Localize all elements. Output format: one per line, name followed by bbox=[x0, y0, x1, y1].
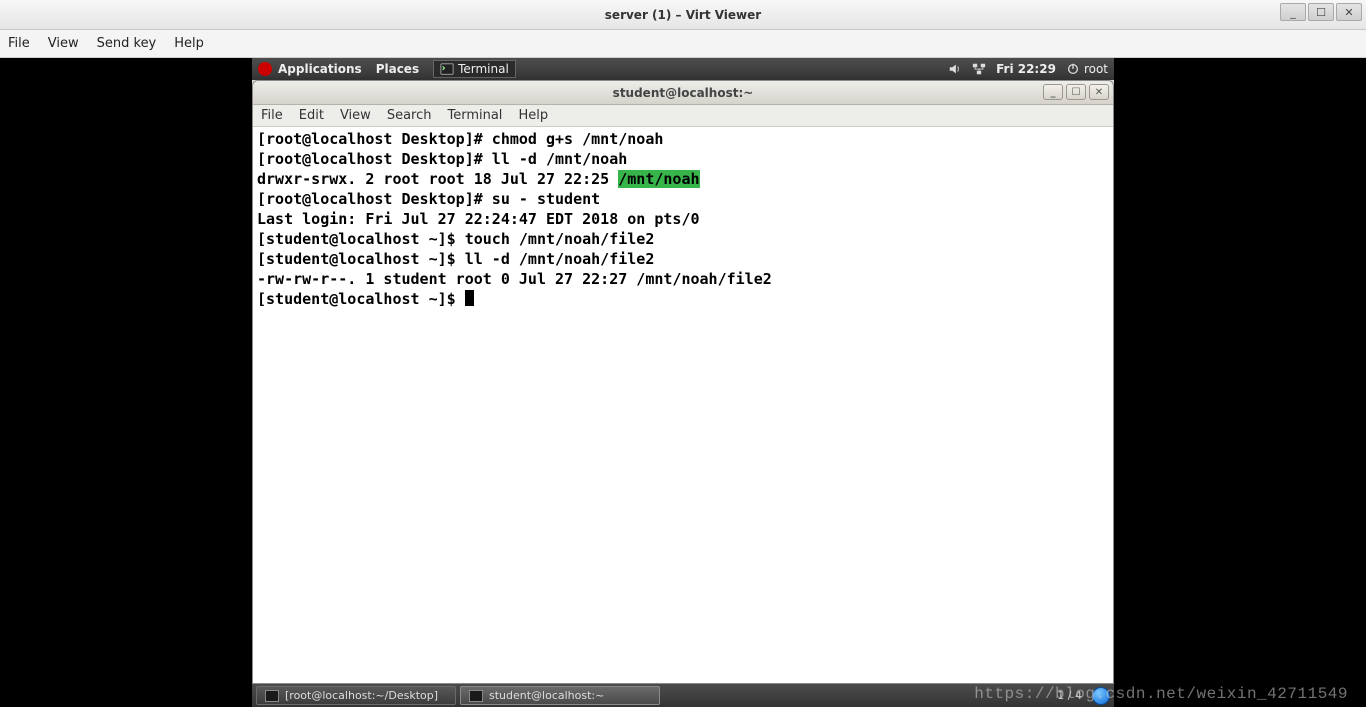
terminal-line: -rw-rw-r--. 1 student root 0 Jul 27 22:2… bbox=[257, 269, 1109, 289]
terminal-minimize-button[interactable]: _ bbox=[1043, 84, 1063, 100]
terminal-line: drwxr-srwx. 2 root root 18 Jul 27 22:25 … bbox=[257, 169, 1109, 189]
taskbar-item[interactable]: [root@localhost:~/Desktop] bbox=[256, 686, 456, 705]
guest-screen: Applications Places Terminal Fri 22:29 r… bbox=[252, 58, 1114, 707]
terminal-title: student@localhost:~ bbox=[613, 86, 754, 100]
menu-sendkey[interactable]: Send key bbox=[97, 36, 157, 51]
virtviewer-menubar: File View Send key Help bbox=[0, 30, 1366, 58]
terminal-menu-file[interactable]: File bbox=[261, 108, 283, 123]
terminal-icon bbox=[440, 62, 454, 76]
virtviewer-title: server (1) – Virt Viewer bbox=[605, 8, 761, 22]
menu-view[interactable]: View bbox=[48, 36, 79, 51]
taskbar-item-label: [root@localhost:~/Desktop] bbox=[285, 689, 438, 702]
terminal-icon bbox=[265, 690, 279, 702]
terminal-menu-search[interactable]: Search bbox=[387, 108, 432, 123]
notification-icon[interactable] bbox=[1092, 687, 1110, 705]
minimize-button[interactable]: _ bbox=[1280, 3, 1306, 21]
taskbar-item[interactable]: student@localhost:~ bbox=[460, 686, 660, 705]
taskbar-item-label: student@localhost:~ bbox=[489, 689, 604, 702]
terminal-body[interactable]: [root@localhost Desktop]# chmod g+s /mnt… bbox=[253, 127, 1113, 683]
terminal-window-controls: _ ☐ ✕ bbox=[1043, 84, 1109, 100]
virtviewer-window-controls: _ ☐ ✕ bbox=[1278, 3, 1362, 21]
menu-file[interactable]: File bbox=[8, 36, 30, 51]
app-indicator-label: Terminal bbox=[458, 62, 509, 76]
terminal-menu-edit[interactable]: Edit bbox=[299, 108, 324, 123]
terminal-line: [student@localhost ~]$ bbox=[257, 289, 1109, 309]
user-menu[interactable]: root bbox=[1066, 62, 1108, 76]
terminal-icon bbox=[469, 690, 483, 702]
cursor bbox=[465, 290, 474, 306]
redhat-icon bbox=[258, 62, 272, 76]
terminal-line: [root@localhost Desktop]# ll -d /mnt/noa… bbox=[257, 149, 1109, 169]
user-label: root bbox=[1084, 62, 1108, 76]
menu-help[interactable]: Help bbox=[174, 36, 204, 51]
menu-places[interactable]: Places bbox=[376, 62, 419, 76]
workspace-indicator[interactable]: 1 / 4 bbox=[1057, 689, 1082, 702]
highlighted-path: /mnt/noah bbox=[618, 170, 699, 188]
app-indicator-terminal[interactable]: Terminal bbox=[433, 60, 516, 78]
guest-stage: Applications Places Terminal Fri 22:29 r… bbox=[0, 58, 1366, 707]
maximize-button[interactable]: ☐ bbox=[1308, 3, 1334, 21]
volume-icon[interactable] bbox=[948, 62, 962, 76]
terminal-line: [root@localhost Desktop]# su - student bbox=[257, 189, 1109, 209]
virtviewer-titlebar: server (1) – Virt Viewer _ ☐ ✕ bbox=[0, 0, 1366, 30]
terminal-window: student@localhost:~ _ ☐ ✕ File Edit View… bbox=[252, 80, 1114, 684]
terminal-titlebar[interactable]: student@localhost:~ _ ☐ ✕ bbox=[253, 81, 1113, 105]
gnome-top-bar: Applications Places Terminal Fri 22:29 r… bbox=[252, 58, 1114, 80]
terminal-line: [student@localhost ~]$ ll -d /mnt/noah/f… bbox=[257, 249, 1109, 269]
terminal-maximize-button[interactable]: ☐ bbox=[1066, 84, 1086, 100]
network-icon[interactable] bbox=[972, 62, 986, 76]
terminal-line: Last login: Fri Jul 27 22:24:47 EDT 2018… bbox=[257, 209, 1109, 229]
clock[interactable]: Fri 22:29 bbox=[996, 62, 1056, 76]
terminal-line: [root@localhost Desktop]# chmod g+s /mnt… bbox=[257, 129, 1109, 149]
terminal-close-button[interactable]: ✕ bbox=[1089, 84, 1109, 100]
terminal-menu-view[interactable]: View bbox=[340, 108, 371, 123]
close-button[interactable]: ✕ bbox=[1336, 3, 1362, 21]
terminal-menu-terminal[interactable]: Terminal bbox=[447, 108, 502, 123]
terminal-menubar: File Edit View Search Terminal Help bbox=[253, 105, 1113, 127]
poweroff-icon bbox=[1066, 62, 1080, 76]
menu-applications[interactable]: Applications bbox=[278, 62, 362, 76]
gnome-bottom-bar: [root@localhost:~/Desktop] student@local… bbox=[252, 684, 1114, 707]
terminal-line: [student@localhost ~]$ touch /mnt/noah/f… bbox=[257, 229, 1109, 249]
terminal-menu-help[interactable]: Help bbox=[518, 108, 548, 123]
